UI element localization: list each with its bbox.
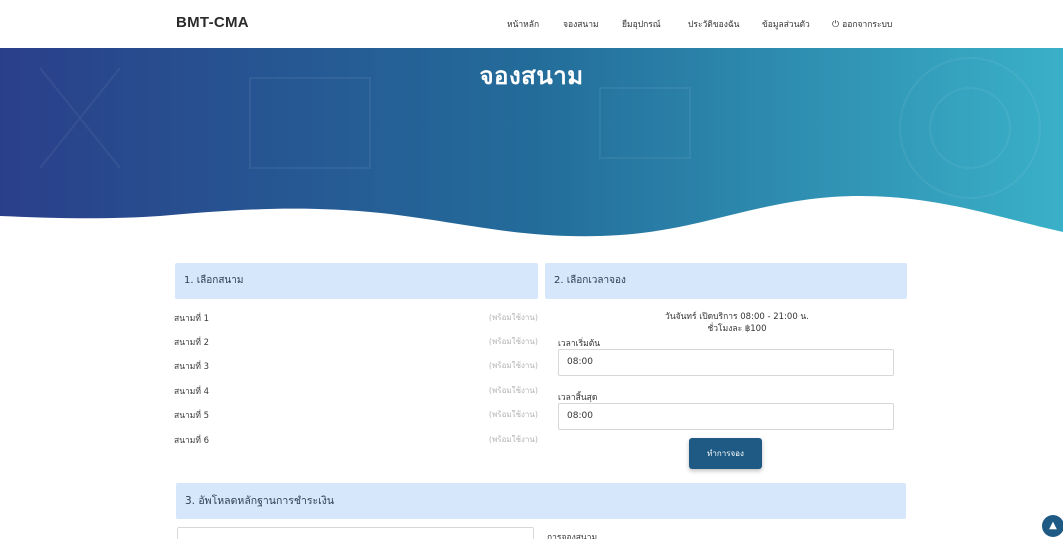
hero-banner: จองสนาม bbox=[0, 48, 1063, 240]
field-option[interactable]: สนามที่ 2 (พร้อมใช้งาน) bbox=[174, 335, 538, 351]
hourly-price-text: ชั่วโมงละ ฿100 bbox=[707, 324, 767, 334]
booking-summary-label: การจองสนาม bbox=[547, 533, 598, 539]
opening-hours-info: วันจันทร์ เปิดบริการ 08:00 - 21:00 น. ชั… bbox=[556, 311, 918, 335]
field-name[interactable]: สนามที่ 4 bbox=[174, 384, 209, 398]
field-option[interactable]: สนามที่ 4 (พร้อมใช้งาน) bbox=[174, 384, 538, 400]
field-option[interactable]: สนามที่ 6 (พร้อมใช้งาน) bbox=[174, 433, 538, 449]
chevron-up-icon: ▲ bbox=[1049, 520, 1057, 531]
nav-logout[interactable]: ⏻ ออกจากระบบ bbox=[832, 17, 892, 31]
field-name[interactable]: สนามที่ 3 bbox=[174, 359, 209, 373]
start-time-input[interactable]: 08:00 bbox=[558, 349, 894, 376]
field-status: (พร้อมใช้งาน) bbox=[488, 361, 538, 370]
nav-home[interactable]: หน้าหลัก bbox=[507, 17, 539, 31]
start-time-label: เวลาเริ่มต้น bbox=[558, 339, 601, 349]
field-status: (พร้อมใช้งาน) bbox=[488, 386, 538, 395]
field-option[interactable]: สนามที่ 5 (พร้อมใช้งาน) bbox=[174, 408, 538, 424]
brand-logo[interactable]: BMT-CMA bbox=[176, 14, 249, 31]
field-status: (พร้อมใช้งาน) bbox=[488, 410, 538, 419]
payment-proof-upload[interactable] bbox=[177, 527, 534, 539]
nav-my-history[interactable]: ประวัติของฉัน bbox=[688, 17, 740, 31]
opening-hours-text: วันจันทร์ เปิดบริการ 08:00 - 21:00 น. bbox=[665, 312, 809, 322]
book-button[interactable]: ทำการจอง bbox=[689, 438, 762, 469]
field-option[interactable]: สนามที่ 3 (พร้อมใช้งาน) bbox=[174, 359, 538, 375]
top-navbar: BMT-CMA หน้าหลัก จองสนาม ยืมอุปกรณ์ ประว… bbox=[0, 0, 1063, 48]
field-status: (พร้อมใช้งาน) bbox=[488, 435, 538, 444]
power-icon: ⏻ bbox=[832, 20, 840, 30]
nav-book-field[interactable]: จองสนาม bbox=[563, 17, 599, 31]
field-status: (พร้อมใช้งาน) bbox=[488, 337, 538, 346]
end-time-label: เวลาสิ้นสุด bbox=[558, 393, 598, 403]
nav-borrow-equipment[interactable]: ยืมอุปกรณ์ bbox=[622, 17, 661, 31]
section-upload-payment-header: 3. อัพโหลดหลักฐานการชำระเงิน bbox=[176, 483, 906, 519]
field-name[interactable]: สนามที่ 2 bbox=[174, 335, 209, 349]
field-name[interactable]: สนามที่ 5 bbox=[174, 408, 209, 422]
page-title: จองสนาม bbox=[479, 62, 584, 90]
field-option[interactable]: สนามที่ 1 (พร้อมใช้งาน) bbox=[174, 311, 538, 327]
field-name[interactable]: สนามที่ 1 bbox=[174, 311, 209, 325]
section-select-time-header: 2. เลือกเวลาจอง bbox=[545, 263, 907, 299]
nav-logout-label: ออกจากระบบ bbox=[842, 20, 893, 30]
scroll-top-button[interactable]: ▲ bbox=[1042, 515, 1063, 537]
end-time-input[interactable]: 08:00 bbox=[558, 403, 894, 430]
nav-profile[interactable]: ข้อมูลส่วนตัว bbox=[762, 17, 810, 31]
field-name[interactable]: สนามที่ 6 bbox=[174, 433, 209, 447]
section-select-field-header: 1. เลือกสนาม bbox=[175, 263, 538, 299]
field-status: (พร้อมใช้งาน) bbox=[488, 313, 538, 322]
